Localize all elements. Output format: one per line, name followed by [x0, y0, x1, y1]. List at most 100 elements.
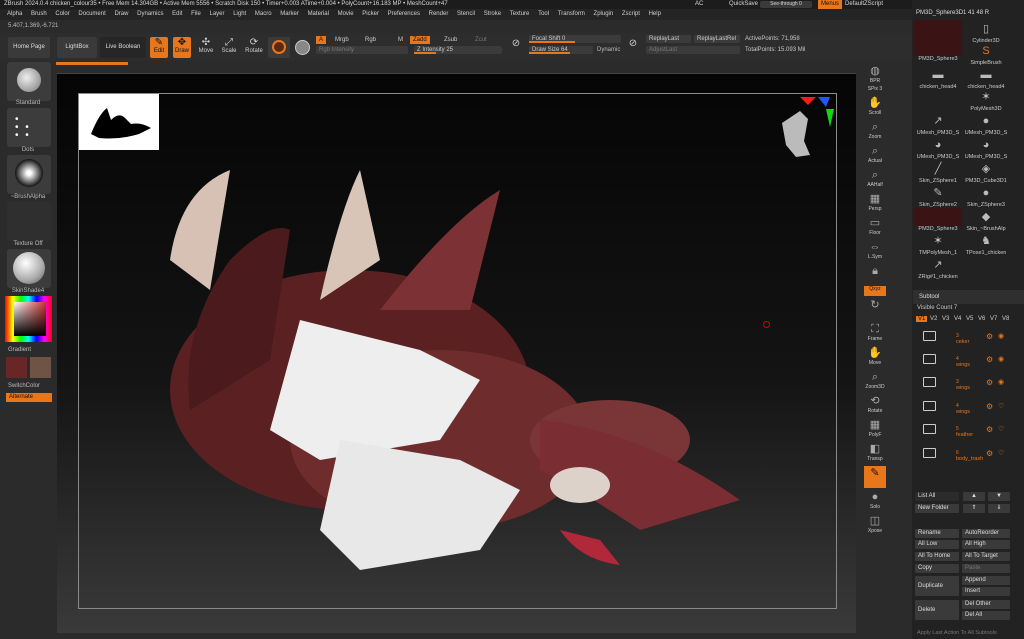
floor-button[interactable]: ▭ Floor [864, 216, 886, 238]
replay-last-rel-button[interactable]: ReplayLastRel [694, 35, 740, 43]
tab-v8[interactable]: V8 [1002, 316, 1009, 322]
append-button[interactable]: Append [962, 576, 1010, 585]
m-toggle[interactable]: M [395, 36, 406, 44]
eye-icon[interactable]: ◉ [998, 355, 1004, 363]
menu-dynamics[interactable]: Dynamics [137, 9, 163, 20]
tool-item[interactable]: ♞ TPose1_chicken [962, 232, 1010, 256]
tool-item[interactable]: ◕ UMesh_PM3D_S [962, 136, 1010, 160]
eye-icon[interactable]: ♡ [998, 402, 1004, 410]
menu-draw[interactable]: Draw [114, 9, 128, 20]
stroke-selector[interactable]: • • • • • [7, 108, 51, 147]
menu-zplugin[interactable]: Zplugin [594, 9, 614, 20]
color-square[interactable] [14, 302, 46, 336]
orientation-gizmo[interactable] [770, 95, 838, 177]
zoom3d-button[interactable]: ⌕ Zoom3D [864, 370, 886, 392]
tab-v3[interactable]: V3 [942, 316, 949, 322]
zsub-toggle[interactable]: Zsub [441, 36, 460, 44]
menu-brush[interactable]: Brush [31, 9, 47, 20]
aahalf-button[interactable]: ⌕ AAHalf [864, 168, 886, 190]
subtool-folder[interactable]: 3 wings ⚙ ◉ [916, 373, 1011, 395]
tool-item[interactable]: ↗ ZRig#1_chicken [914, 256, 962, 280]
tab-v1[interactable]: V1 [916, 316, 928, 322]
menu-layer[interactable]: Layer [210, 9, 225, 20]
eye-icon[interactable]: ♡ [998, 425, 1004, 433]
color-picker[interactable] [5, 296, 52, 342]
dragon-model[interactable] [120, 110, 800, 590]
focal-shift-slider[interactable]: Focal Shift 0 [529, 35, 621, 43]
see-through-slider[interactable]: See-through 0 [760, 1, 812, 8]
edit-mode-button[interactable]: ✎ Edit [150, 37, 168, 58]
menu-preferences[interactable]: Preferences [388, 9, 420, 20]
paste-button[interactable]: Paste [962, 564, 1010, 573]
menus-button[interactable]: Menus [818, 0, 842, 9]
alpha-selector[interactable] [7, 155, 51, 194]
tool-item[interactable]: ▬ chicken_head4 [962, 66, 1010, 90]
a-toggle[interactable]: A [316, 36, 327, 44]
d-toggle-button[interactable]: ⊘ [625, 38, 641, 58]
new-folder-button[interactable]: New Folder [915, 504, 959, 513]
quicksave-button[interactable]: QuickSave [729, 0, 758, 9]
move-up-button[interactable]: ▲ [963, 492, 985, 501]
home-page-button[interactable]: Home Page [8, 37, 50, 58]
move-bottom-button[interactable]: ⇓ [988, 504, 1010, 513]
menu-color[interactable]: Color [55, 9, 69, 20]
zoom-button[interactable]: ⌕ Zoom [864, 120, 886, 142]
gyro-button[interactable]: ↻ [864, 298, 886, 320]
secondary-color-swatch[interactable] [30, 357, 51, 378]
lightbox-button[interactable]: LightBox [57, 37, 97, 58]
list-all-button[interactable]: List All [915, 492, 959, 501]
subtool-folder[interactable]: 4 wings ⚙ ♡ [916, 397, 1011, 419]
s-toggle-button[interactable]: ⊘ [508, 38, 524, 58]
tool-item[interactable]: PM3D_Sphere3 [914, 20, 962, 62]
material-selector[interactable] [7, 249, 51, 288]
mrgb-toggle[interactable]: Mrgb [332, 36, 352, 44]
tool-item[interactable]: ◆ Skin_~BrushAlp [962, 208, 1010, 232]
tool-item[interactable]: PM3D_Sphere3 [914, 208, 962, 232]
rename-button[interactable]: Rename [915, 529, 959, 538]
transp-button[interactable]: ◧ Transp [864, 442, 886, 464]
move-mode-button[interactable]: ✣ Move [197, 37, 215, 58]
tool-item[interactable]: ● UMesh_PM3D_S [962, 112, 1010, 136]
brush-selector[interactable] [7, 62, 51, 101]
eye-icon[interactable]: ◉ [998, 332, 1004, 340]
tool-item[interactable]: ✶ PolyMesh3D [962, 88, 1010, 112]
menu-marker[interactable]: Marker [280, 9, 299, 20]
menu-file[interactable]: File [191, 9, 201, 20]
gear-icon[interactable]: ⚙ [986, 332, 993, 341]
qxyz-button[interactable]: Qxyz [864, 286, 886, 296]
tool-item[interactable]: S SimpleBrush [962, 42, 1010, 66]
eye-icon[interactable]: ♡ [998, 449, 1004, 457]
tool-item[interactable]: ● Skin_ZSphere3 [962, 184, 1010, 208]
apply-last-action-button[interactable]: Apply Last Action To All Subtools [917, 630, 997, 636]
ac-button[interactable]: AC [695, 0, 703, 9]
dynamic-toggle[interactable]: Dynamic [594, 46, 623, 54]
gear-icon[interactable]: ⚙ [986, 425, 993, 434]
tab-v2[interactable]: V2 [930, 316, 937, 322]
lsym-button[interactable]: ⇔ L.Sym [864, 240, 886, 262]
scroll-button[interactable]: ✋ Scroll [864, 96, 886, 118]
menu-render[interactable]: Render [429, 9, 449, 20]
switch-color-button[interactable]: SwitchColor [0, 383, 56, 389]
xpose-button[interactable]: ◫ Xpose [864, 514, 886, 536]
delete-button[interactable]: Delete [915, 600, 959, 620]
tool-item[interactable]: ◕ UMesh_PM3D_S [914, 136, 962, 160]
tool-item[interactable]: ✎ Skin_ZSphere2 [914, 184, 962, 208]
menu-tool[interactable]: Tool [538, 9, 549, 20]
all-low-button[interactable]: All Low [915, 540, 959, 549]
tab-v6[interactable]: V6 [978, 316, 985, 322]
rgb-intensity-slider[interactable]: Rgb Intensity [316, 46, 408, 54]
draw-size-slider[interactable]: Draw Size 64 [529, 46, 593, 54]
all-to-home-button[interactable]: All To Home [915, 552, 959, 561]
adjust-last-slider[interactable]: AdjustLast [646, 46, 740, 54]
replay-last-button[interactable]: ReplayLast [646, 35, 691, 43]
gear-icon[interactable]: ⚙ [986, 355, 993, 364]
rgb-toggle[interactable]: Rgb [362, 36, 379, 44]
subtool-folder[interactable]: 6 body_trash ⚙ ♡ [916, 444, 1011, 466]
alternate-button[interactable]: Alternate [6, 393, 52, 402]
zadd-toggle[interactable]: Zadd [410, 36, 430, 44]
material-swatch-button[interactable] [268, 37, 290, 58]
bpr-button[interactable]: ◍ BPR [864, 64, 886, 86]
tool-item[interactable]: ✶ TMPolyMesh_1 [914, 232, 962, 256]
texture-selector[interactable] [7, 202, 51, 241]
menu-texture[interactable]: Texture [510, 9, 530, 20]
